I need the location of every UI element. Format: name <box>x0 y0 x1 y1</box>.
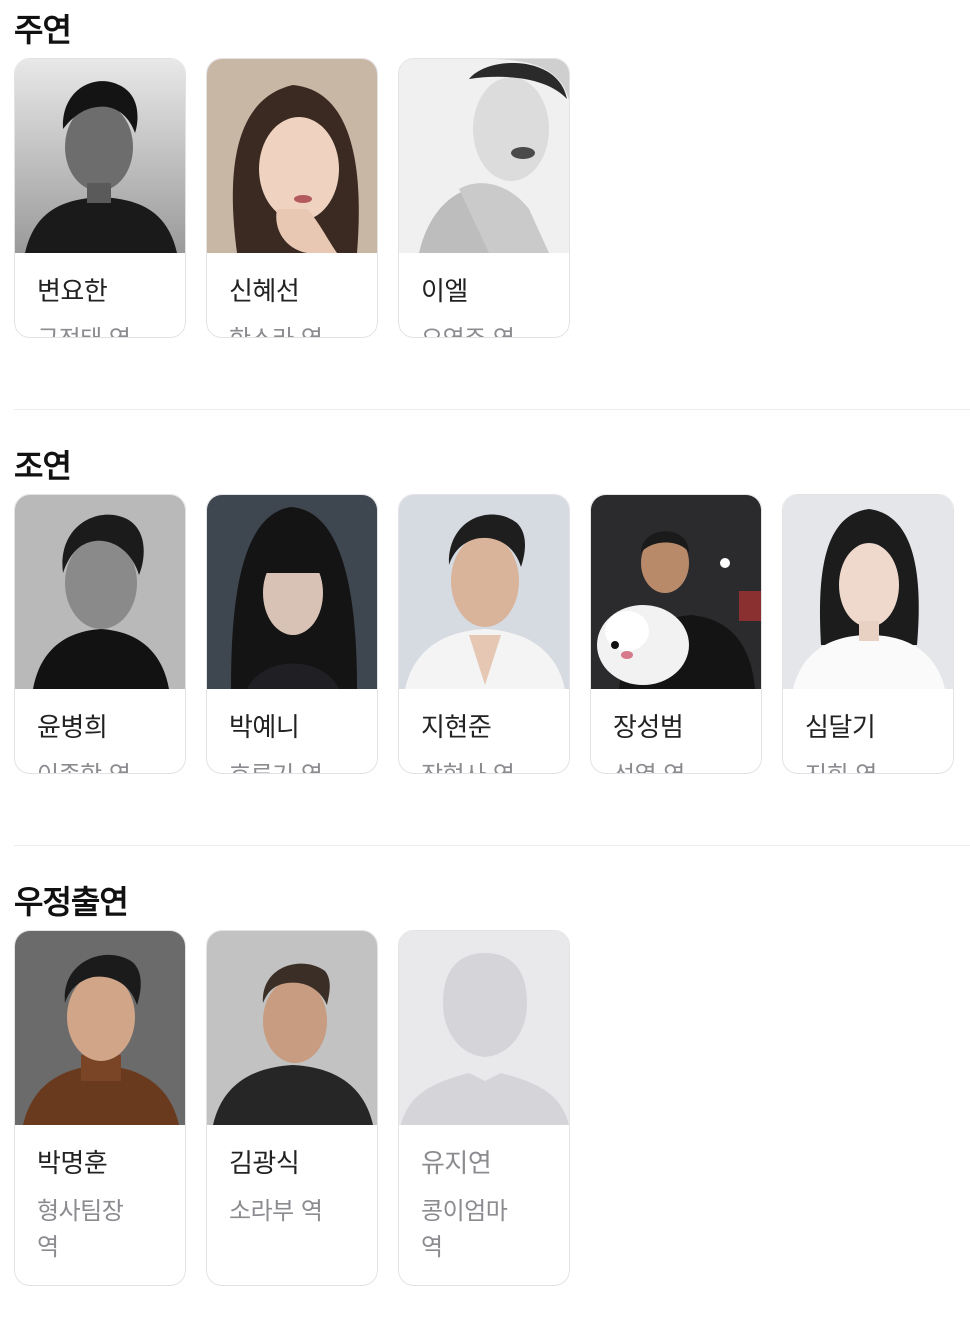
actor-photo <box>783 495 953 689</box>
role-name: 호루기 역 <box>229 757 359 773</box>
cast-card[interactable]: 김광식 소라부 역 <box>206 930 378 1286</box>
actor-name: 변요한 <box>37 277 108 307</box>
actor-name: 심달기 <box>805 713 876 743</box>
section-title: 조연 <box>14 447 72 485</box>
actor-photo <box>399 495 569 689</box>
actor-photo <box>15 931 185 1125</box>
section-lead-cast: 주연 변요한 구정태 역 <box>14 10 970 380</box>
actor-name: 유지연 <box>421 1149 492 1179</box>
actor-name: 윤병희 <box>37 713 108 743</box>
cast-card[interactable]: 유지연 콩이엄마 역 <box>398 930 570 1286</box>
cast-card-list: 변요한 구정태 역 신혜선 한소라 역 <box>14 58 970 340</box>
actor-photo <box>399 59 569 253</box>
actor-name: 이엘 <box>421 277 468 307</box>
section-title: 우정출연 <box>14 883 129 921</box>
actor-photo <box>207 59 377 253</box>
role-name: 형사팀장 역 <box>37 1197 124 1261</box>
actor-name: 김광식 <box>229 1149 300 1179</box>
role-name: 콩이엄마 역 <box>421 1197 508 1261</box>
cast-card[interactable]: 박예니 호루기 역 <box>206 494 378 774</box>
role-name: 구정태 역 <box>37 321 167 337</box>
section-divider <box>14 845 970 846</box>
role-name: 소라부 역 <box>229 1197 323 1225</box>
actor-photo <box>207 931 377 1125</box>
actor-name: 박명훈 <box>37 1149 108 1179</box>
section-cameo-cast: 우정출연 박명훈 형사팀장 역 김광식 소라부 역 유지연 콩이엄마 역 <box>14 882 970 1292</box>
cast-card[interactable]: 박명훈 형사팀장 역 <box>14 930 186 1286</box>
cast-card-list: 윤병희 이종학 역 박예니 호루기 역 <box>14 494 970 776</box>
cast-card[interactable]: 심달기 지희 역 <box>782 494 954 774</box>
role-name: 장형사 역 <box>421 757 551 773</box>
role-name: 성열 역 <box>613 757 743 773</box>
role-name: 이종학 역 <box>37 757 167 773</box>
actor-name: 신혜선 <box>229 277 300 307</box>
actor-photo <box>591 495 761 689</box>
cast-card[interactable]: 장성범 성열 역 <box>590 494 762 774</box>
cast-card[interactable]: 지현준 장형사 역 <box>398 494 570 774</box>
cast-card[interactable]: 신혜선 한소라 역 <box>206 58 378 338</box>
section-title: 주연 <box>14 11 72 49</box>
role-name: 오영주 역 <box>421 321 551 337</box>
actor-photo <box>15 59 185 253</box>
actor-name: 장성범 <box>613 713 684 743</box>
section-divider <box>14 409 970 410</box>
cast-card-list: 박명훈 형사팀장 역 김광식 소라부 역 유지연 콩이엄마 역 <box>14 930 970 1286</box>
actor-name: 지현준 <box>421 713 492 743</box>
actor-photo <box>207 495 377 689</box>
cast-card[interactable]: 윤병희 이종학 역 <box>14 494 186 774</box>
cast-card[interactable]: 변요한 구정태 역 <box>14 58 186 338</box>
actor-name: 박예니 <box>229 713 300 743</box>
cast-card[interactable]: 이엘 오영주 역 <box>398 58 570 338</box>
section-supporting-cast: 조연 윤병희 이종학 역 <box>14 446 970 816</box>
actor-photo <box>15 495 185 689</box>
placeholder-silhouette <box>399 931 569 1125</box>
role-name: 한소라 역 <box>229 321 359 337</box>
role-name: 지희 역 <box>805 757 935 773</box>
